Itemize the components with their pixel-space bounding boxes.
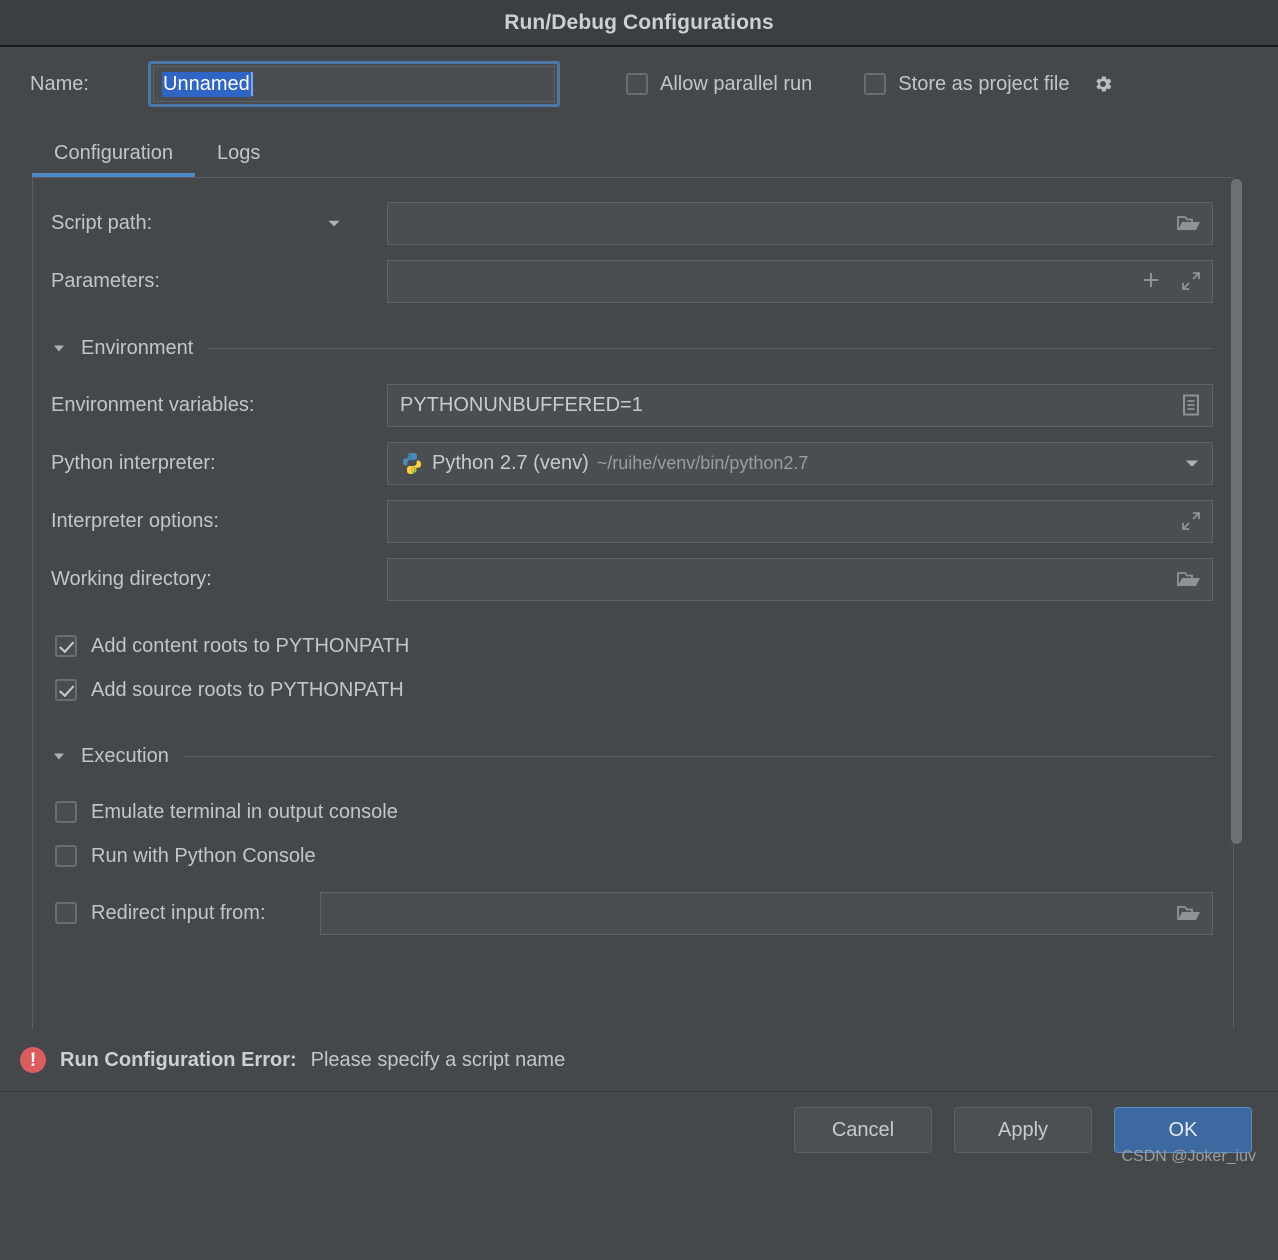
interpreter-options-label-wrap: Interpreter options: [51, 510, 387, 533]
scrollbar-thumb[interactable] [1231, 179, 1242, 844]
apply-button[interactable]: Apply [954, 1107, 1092, 1153]
execution-section-title: Execution [81, 744, 169, 767]
python-interpreter-path: ~/ruihe/venv/bin/python2.7 [596, 452, 809, 473]
section-divider [207, 347, 1213, 349]
add-source-roots-checkbox[interactable]: Add source roots to PYTHONPATH [33, 668, 1233, 712]
parameters-input[interactable] [387, 259, 1213, 303]
interpreter-options-input[interactable] [387, 499, 1213, 543]
dialog-titlebar: Run/Debug Configurations [0, 0, 1278, 47]
script-path-label-wrap: Script path: [51, 212, 387, 235]
name-row-options: Allow parallel run Store as project file [626, 73, 1114, 96]
error-icon: ! [20, 1047, 46, 1073]
text-caret [250, 72, 253, 96]
name-input[interactable]: Unnamed [148, 61, 560, 107]
chevron-down-icon[interactable] [325, 214, 343, 232]
folder-icon[interactable] [1176, 902, 1202, 924]
interpreter-options-row: Interpreter options: [33, 498, 1233, 544]
checkbox-box [55, 635, 77, 657]
checkbox-box [55, 801, 77, 823]
add-source-roots-label: Add source roots to PYTHONPATH [91, 678, 404, 701]
folder-icon[interactable] [1176, 212, 1202, 234]
ok-button[interactable]: OK [1114, 1107, 1252, 1153]
environment-section-title: Environment [81, 336, 194, 359]
name-input-value: Unnamed [162, 71, 251, 97]
interpreter-options-label: Interpreter options: [51, 509, 219, 532]
expand-icon[interactable] [1180, 270, 1202, 292]
plus-icon[interactable] [1140, 270, 1162, 292]
name-row: Name: Unnamed Allow parallel run Store a… [0, 47, 1278, 121]
error-message: Please specify a script name [310, 1048, 566, 1071]
emulate-terminal-checkbox[interactable]: Emulate terminal in output console [33, 790, 1233, 834]
folder-icon[interactable] [1176, 568, 1202, 590]
checkbox-box [55, 679, 77, 701]
environment-section-header[interactable]: Environment [33, 326, 1233, 370]
triangle-down-icon[interactable] [51, 748, 67, 764]
store-as-project-file-label: Store as project file [898, 72, 1070, 95]
working-directory-label: Working directory: [51, 567, 212, 590]
tab-bar: Configuration Logs [0, 121, 1278, 177]
name-input-inner[interactable]: Unnamed [153, 66, 555, 102]
checkbox-box [864, 73, 887, 95]
python-interpreter-label: Python interpreter: [51, 451, 216, 474]
emulate-terminal-label: Emulate terminal in output console [91, 800, 398, 823]
name-label: Name: [30, 72, 89, 95]
allow-parallel-run-checkbox[interactable]: Allow parallel run [626, 73, 812, 96]
run-with-python-console-label: Run with Python Console [91, 844, 316, 867]
store-as-project-file-checkbox[interactable]: Store as project file [864, 73, 1113, 96]
script-path-row: Script path: [33, 200, 1233, 246]
add-content-roots-checkbox[interactable]: Add content roots to PYTHONPATH [33, 624, 1233, 668]
redirect-input-label: Redirect input from: [91, 901, 266, 924]
dialog-button-bar: Cancel Apply OK CSDN @Joker_iuv [0, 1092, 1278, 1168]
dialog-title: Run/Debug Configurations [504, 10, 774, 34]
python-interpreter-row: Python interpreter: v Python 2.7 (venv) … [33, 440, 1233, 486]
environment-variables-label: Environment variables: [51, 393, 255, 416]
parameters-row: Parameters: [33, 258, 1233, 304]
cancel-button[interactable]: Cancel [794, 1107, 932, 1153]
redirect-input-field[interactable] [319, 891, 1213, 935]
section-divider [182, 755, 1213, 757]
configuration-panel-wrap: Script path: Parameters: Environment Env… [32, 177, 1244, 1029]
working-directory-label-wrap: Working directory: [51, 568, 387, 591]
redirect-input-row: Redirect input from: [33, 890, 1233, 936]
environment-variables-row: Environment variables: PYTHONUNBUFFERED=… [33, 382, 1233, 428]
add-content-roots-label: Add content roots to PYTHONPATH [91, 634, 410, 657]
tab-configuration[interactable]: Configuration [32, 142, 195, 177]
parameters-label-wrap: Parameters: [51, 270, 387, 293]
allow-parallel-run-label: Allow parallel run [660, 72, 813, 95]
checkbox-box [55, 845, 77, 867]
python-interpreter-select[interactable]: v Python 2.7 (venv) ~/ruihe/venv/bin/pyt… [387, 441, 1213, 485]
run-with-python-console-checkbox[interactable]: Run with Python Console [33, 834, 1233, 878]
error-title: Run Configuration Error: [60, 1048, 297, 1071]
error-bar: ! Run Configuration Error: Please specif… [0, 1029, 1278, 1092]
triangle-down-icon[interactable] [51, 340, 67, 356]
chevron-down-icon[interactable] [1182, 453, 1202, 473]
parameters-label: Parameters: [51, 269, 160, 292]
panel-scrollbar[interactable] [1230, 179, 1244, 1119]
tab-logs[interactable]: Logs [195, 142, 282, 177]
configuration-panel: Script path: Parameters: Environment Env… [32, 177, 1234, 1029]
python-icon: v [400, 451, 424, 475]
execution-section-header[interactable]: Execution [33, 734, 1233, 778]
python-interpreter-label-wrap: Python interpreter: [51, 452, 387, 475]
environment-variables-value: PYTHONUNBUFFERED=1 [400, 393, 643, 416]
script-path-input[interactable] [387, 201, 1213, 245]
environment-variables-label-wrap: Environment variables: [51, 394, 387, 417]
watermark: CSDN @Joker_iuv [1121, 1148, 1257, 1165]
script-path-label: Script path: [51, 211, 153, 234]
redirect-input-checkbox[interactable] [55, 902, 77, 924]
checkbox-box [626, 73, 648, 95]
gear-icon[interactable] [1092, 73, 1114, 95]
working-directory-row: Working directory: [33, 556, 1233, 602]
environment-variables-input[interactable]: PYTHONUNBUFFERED=1 [387, 383, 1213, 427]
svg-text:v: v [411, 466, 416, 475]
expand-icon[interactable] [1180, 510, 1202, 532]
list-document-icon[interactable] [1180, 393, 1202, 417]
python-interpreter-value: Python 2.7 (venv) [432, 451, 589, 474]
working-directory-input[interactable] [387, 557, 1213, 601]
